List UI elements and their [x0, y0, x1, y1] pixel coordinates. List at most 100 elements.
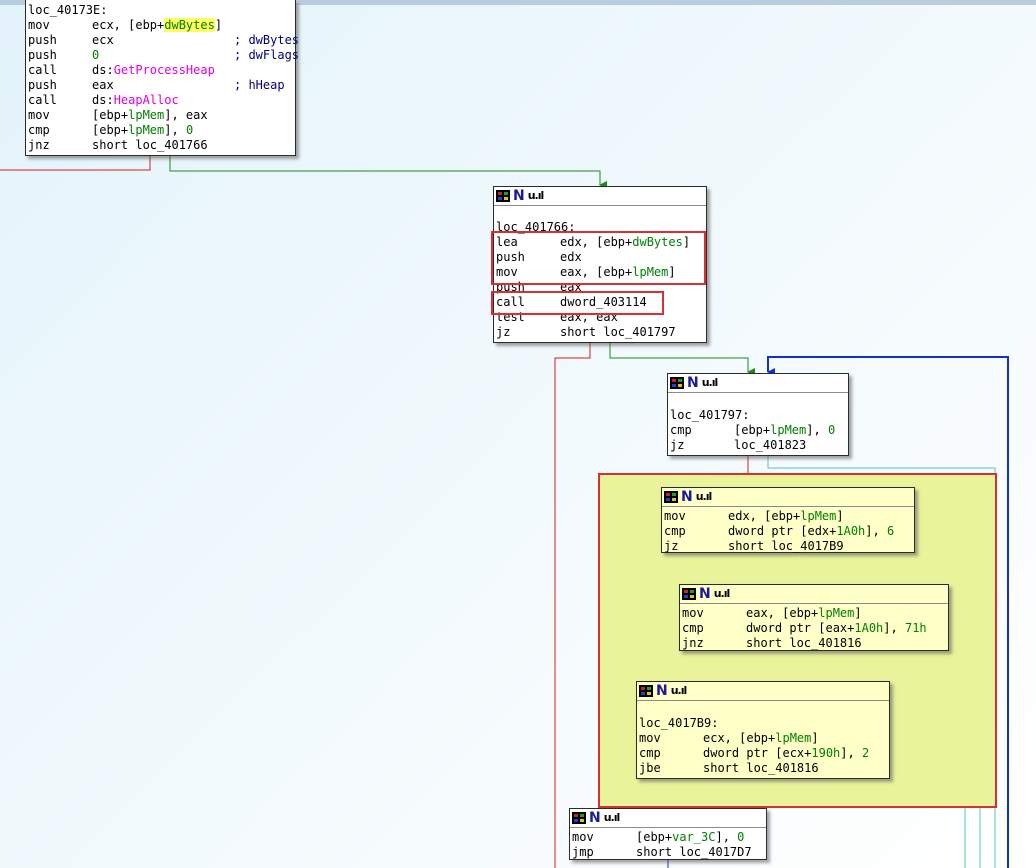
code-block-loc-401766[interactable]: N u.ıl loc_401766: lea edx, [ebp+dwBytes]…	[491, 186, 707, 343]
mnemonic: cmp	[670, 423, 692, 437]
mnemonic: mov	[639, 731, 661, 745]
operands: short loc_401797	[560, 325, 676, 340]
instruction-line[interactable]: push eax ; hHeap	[28, 78, 293, 93]
mnemonic: jnz	[682, 636, 704, 650]
operands: ecx	[92, 33, 114, 48]
operand-text: short loc_401816	[703, 761, 819, 775]
label-text: loc_4017B9:	[639, 716, 719, 730]
variable-name[interactable]: lpMem	[128, 108, 164, 122]
operand-text: [ebp+	[92, 108, 129, 122]
instruction-line[interactable]: jnz short loc_401766	[28, 138, 293, 153]
selection-box-lea-push-mov	[491, 231, 706, 285]
variable-name[interactable]: var_3C	[672, 830, 715, 844]
operand-text: edx, [ebp+	[728, 509, 801, 523]
instruction-line[interactable]: jz loc_401823	[670, 438, 846, 453]
instruction-line[interactable]: cmp dword ptr [edx+1A0h], 6	[664, 524, 912, 539]
variable-name[interactable]: lpMem	[128, 123, 164, 137]
operands: dword ptr [ecx+190h], 2	[703, 746, 869, 761]
operand-text: ecx, [ebp+	[92, 18, 165, 32]
variable-name[interactable]: lpMem	[770, 423, 806, 437]
code-block-cmp-71h[interactable]: N u.ıl mov eax, [ebp+lpMem] cmp dword ptr […	[679, 584, 949, 651]
operand-text: dword ptr [ecx+	[703, 746, 812, 760]
instruction-line[interactable]: jz short loc_401797	[496, 325, 704, 340]
block-label: loc_401797:	[670, 408, 846, 423]
code-block-var-3c[interactable]: N u.ıl mov [ebp+var_3C], 0 jmp short loc_40…	[569, 808, 767, 860]
mnemonic: push	[28, 78, 57, 92]
numeric-literal[interactable]: 1A0h	[836, 524, 865, 538]
block-header: N u.ıl	[662, 488, 914, 507]
operands: ecx, [ebp+lpMem]	[703, 731, 819, 746]
variable-name[interactable]: dwBytes	[164, 18, 215, 32]
mnemonic: cmp	[28, 123, 50, 137]
edge-b2-true	[609, 343, 755, 376]
instruction-line[interactable]: cmp dword ptr [ecx+190h], 2	[639, 746, 887, 761]
code-block-loc-4017b9[interactable]: N u.ıl loc_4017B9: mov ecx, [ebp+lpMem] cm…	[636, 681, 890, 779]
block-n-icon: N	[656, 683, 668, 699]
instruction-line[interactable]: push 0 ; dwFlags	[28, 48, 299, 63]
variable-name[interactable]: lpMem	[800, 509, 836, 523]
instruction-line[interactable]: jmp short loc_4017D7	[572, 845, 764, 860]
operands: short loc_401816	[703, 761, 819, 776]
edge-b1-false	[0, 156, 151, 171]
numeric-literal[interactable]: 1A0h	[854, 621, 883, 635]
operands: eax	[92, 78, 114, 93]
numeric-literal[interactable]: 0	[737, 830, 744, 844]
mnemonic: jz	[670, 438, 685, 452]
block-body: loc_40173E: mov ecx, [ebp+dwBytes] push ecx…	[26, 0, 299, 153]
instruction-line[interactable]: cmp dword ptr [eax+1A0h], 71h	[682, 621, 946, 636]
block-n-icon: N	[513, 188, 525, 204]
mnemonic: push	[28, 33, 57, 47]
instruction-line[interactable]: push ecx ; dwBytes	[28, 33, 299, 48]
operand-text: dword ptr [eax+	[746, 621, 855, 635]
operands: 0	[92, 48, 99, 63]
code-block-loc-401797[interactable]: N u.ıl loc_401797: cmp [ebp+lpMem], 0 jz lo…	[667, 373, 849, 456]
numeric-literal[interactable]: 190h	[811, 746, 840, 760]
instruction-line[interactable]: jz short loc_4017B9	[664, 539, 912, 554]
instruction-line[interactable]: mov edx, [ebp+lpMem]	[664, 509, 912, 524]
numeric-literal[interactable]: 0	[828, 423, 835, 437]
numeric-literal[interactable]: 6	[887, 524, 894, 538]
instruction-line[interactable]: mov eax, [ebp+lpMem]	[682, 606, 946, 621]
numeric-literal[interactable]: 0	[92, 48, 99, 62]
operand-text: ],	[715, 830, 738, 844]
instruction-line[interactable]: mov [ebp+var_3C], 0	[572, 830, 764, 845]
instruction-line[interactable]: mov [ebp+lpMem], eax	[28, 108, 293, 123]
block-n-icon: N	[699, 586, 711, 602]
instruction-line[interactable]: mov ecx, [ebp+dwBytes]	[28, 18, 293, 33]
selection-box-call	[491, 291, 664, 315]
instruction-line[interactable]: mov ecx, [ebp+lpMem]	[639, 731, 887, 746]
block-grid-icon	[670, 377, 684, 389]
operands: ds:GetProcessHeap	[92, 63, 215, 78]
block-body: mov eax, [ebp+lpMem] cmp dword ptr [eax+1A0…	[680, 604, 948, 651]
code-block-loc-40173e[interactable]: loc_40173E: mov ecx, [ebp+dwBytes] push ecx…	[25, 0, 299, 156]
code-block-cmp-6[interactable]: N u.ıl mov edx, [ebp+lpMem] cmp dword ptr […	[661, 487, 915, 553]
operands: edx, [ebp+lpMem]	[728, 509, 844, 524]
operands: short loc_4017B9	[728, 539, 844, 554]
block-graph-icon: u.ıl	[603, 811, 621, 824]
mnemonic: cmp	[664, 524, 686, 538]
operand-text: ],	[164, 123, 186, 137]
instruction-line[interactable]: cmp [ebp+lpMem], 0	[670, 423, 846, 438]
instruction-line[interactable]: cmp [ebp+lpMem], 0	[28, 123, 293, 138]
function-name[interactable]: GetProcessHeap	[114, 63, 215, 77]
operand-text: ], eax	[164, 108, 208, 122]
variable-name[interactable]: lpMem	[818, 606, 854, 620]
block-graph-icon: u.ıl	[695, 490, 713, 503]
function-name[interactable]: HeapAlloc	[114, 93, 179, 107]
operands: short loc_401766	[92, 138, 208, 153]
instruction-line[interactable]: jbe short loc_401816	[639, 761, 887, 776]
instruction-line[interactable]: call ds:HeapAlloc	[28, 93, 293, 108]
instruction-line[interactable]: jnz short loc_401816	[682, 636, 946, 651]
instruction-line[interactable]: call ds:GetProcessHeap	[28, 63, 293, 78]
block-grid-icon	[496, 190, 510, 202]
block-header: N u.ıl	[668, 374, 848, 393]
numeric-literal[interactable]: 71h	[905, 621, 927, 635]
operand-text: [ebp+	[92, 123, 129, 137]
numeric-literal[interactable]: 0	[186, 123, 193, 137]
operand-text: [ebp+	[734, 423, 771, 437]
operand-text: ds:	[92, 93, 114, 107]
block-label: loc_4017B9:	[639, 716, 887, 731]
operands: [ebp+lpMem], 0	[734, 423, 835, 438]
numeric-literal[interactable]: 2	[862, 746, 869, 760]
variable-name[interactable]: lpMem	[775, 731, 811, 745]
